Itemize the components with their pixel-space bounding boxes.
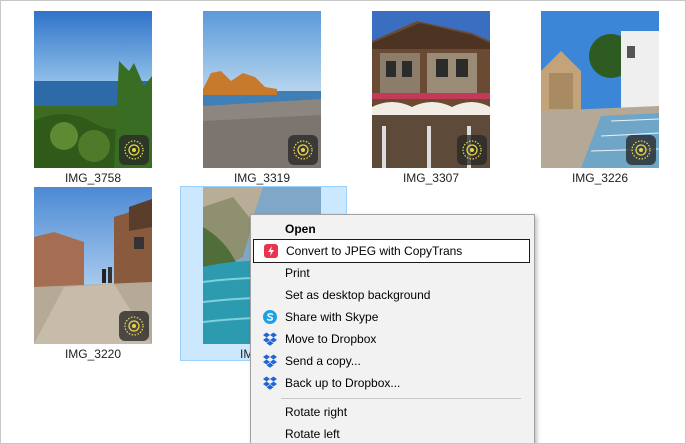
- file-explorer-view: IMG_3758 IMG_3319 IMG_3307 IMG_3226 IMG_…: [0, 0, 686, 444]
- thumbnail-image[interactable]: [372, 11, 490, 168]
- menu-item-print[interactable]: Print: [253, 262, 530, 284]
- file-name: IMG_3220: [64, 347, 122, 361]
- thumbnail-image[interactable]: [541, 11, 659, 168]
- live-photo-badge-icon: [457, 135, 487, 165]
- dropbox-icon: [262, 375, 278, 391]
- file-name: IMG_3319: [233, 171, 291, 185]
- menu-item-share-with-skype[interactable]: Share with Skype: [253, 306, 530, 328]
- thumbnail-image[interactable]: [34, 11, 152, 168]
- menu-item-set-desktop-background[interactable]: Set as desktop background: [253, 284, 530, 306]
- live-photo-badge-icon: [288, 135, 318, 165]
- context-menu: Open Convert to JPEG with CopyTrans Prin…: [250, 214, 535, 443]
- live-photo-badge-icon: [119, 135, 149, 165]
- live-photo-badge-icon: [626, 135, 656, 165]
- live-photo-badge-icon: [119, 311, 149, 341]
- file-tile-img-3307[interactable]: IMG_3307: [356, 11, 506, 191]
- menu-item-back-up-to-dropbox[interactable]: Back up to Dropbox...: [253, 372, 530, 394]
- menu-item-open[interactable]: Open: [253, 218, 530, 240]
- file-name: IMG_3307: [402, 171, 460, 185]
- thumbnail-image[interactable]: [34, 187, 152, 344]
- copytrans-icon: [263, 243, 279, 259]
- menu-item-rotate-left[interactable]: Rotate left: [253, 423, 530, 443]
- file-tile-img-3319[interactable]: IMG_3319: [187, 11, 337, 191]
- file-name: IMG_3226: [571, 171, 629, 185]
- file-name: IMG_3758: [64, 171, 122, 185]
- menu-item-move-to-dropbox[interactable]: Move to Dropbox: [253, 328, 530, 350]
- skype-icon: [262, 309, 278, 325]
- dropbox-icon: [262, 331, 278, 347]
- thumbnail-image[interactable]: [203, 11, 321, 168]
- file-tile-img-3226[interactable]: IMG_3226: [525, 11, 675, 191]
- menu-item-convert-to-jpeg[interactable]: Convert to JPEG with CopyTrans: [253, 239, 530, 263]
- menu-item-send-a-copy[interactable]: Send a copy...: [253, 350, 530, 372]
- file-tile-img-3220[interactable]: IMG_3220: [18, 187, 168, 367]
- dropbox-icon: [262, 353, 278, 369]
- menu-item-rotate-right[interactable]: Rotate right: [253, 401, 530, 423]
- menu-separator: [281, 398, 521, 399]
- file-tile-img-3758[interactable]: IMG_3758: [18, 11, 168, 191]
